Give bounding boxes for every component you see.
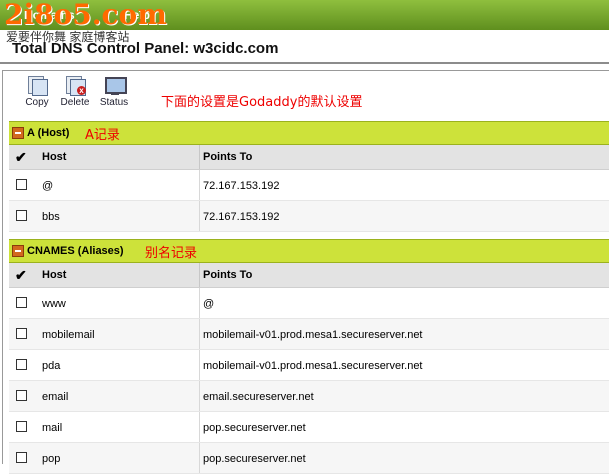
- row-host: mail: [42, 422, 63, 434]
- collapse-icon[interactable]: [12, 245, 24, 257]
- row-checkbox[interactable]: [16, 452, 27, 463]
- row-points-to: pop.secureserver.net: [203, 422, 306, 434]
- collapse-icon[interactable]: [12, 127, 24, 139]
- toolbar-annotation: 下面的设置是Godaddy的默认设置: [161, 95, 363, 110]
- status-label: Status: [99, 97, 129, 108]
- table-row: www @: [9, 288, 609, 319]
- row-points-to: 72.167.153.192: [203, 211, 280, 223]
- cname-title: CNAMES (Aliases): [27, 245, 124, 257]
- cname-column-header: ✔ Host Points To: [9, 263, 609, 288]
- row-points-to: pop.secureserver.net: [203, 453, 306, 465]
- status-icon: [103, 75, 127, 95]
- table-row: pda mobilemail-v01.prod.mesa1.secureserv…: [9, 350, 609, 381]
- row-checkbox[interactable]: [16, 390, 27, 401]
- row-host: bbs: [42, 211, 60, 223]
- column-points-to[interactable]: Points To: [203, 269, 252, 281]
- row-host: pda: [42, 360, 61, 372]
- table-row: @ 72.167.153.192: [9, 170, 609, 201]
- a-record-header: A (Host) A记录: [9, 121, 609, 145]
- checkmark-icon[interactable]: ✔: [15, 267, 27, 284]
- row-points-to: email.secureserver.net: [203, 391, 314, 403]
- page-title: Total DNS Control Panel: w3cidc.com: [12, 40, 279, 57]
- row-checkbox[interactable]: [16, 359, 27, 370]
- a-record-title: A (Host): [27, 127, 70, 139]
- copy-label: Copy: [25, 97, 49, 108]
- cname-header: CNAMES (Aliases) 别名记录: [9, 239, 609, 263]
- row-checkbox[interactable]: [16, 297, 27, 308]
- cname-section: CNAMES (Aliases) 别名记录 ✔ Host Points To w…: [9, 239, 609, 474]
- row-checkbox[interactable]: [16, 328, 27, 339]
- table-row: mobilemail mobilemail-v01.prod.mesa1.sec…: [9, 319, 609, 350]
- checkmark-icon[interactable]: ✔: [15, 149, 27, 166]
- row-points-to: @: [203, 298, 215, 310]
- delete-label: Delete: [60, 97, 90, 108]
- row-points-to: mobilemail-v01.prod.mesa1.secureserver.n…: [203, 329, 423, 341]
- column-host[interactable]: Host: [42, 151, 66, 163]
- watermark-logo: 2i8o5.com: [4, 0, 167, 31]
- row-host: mobilemail: [42, 329, 95, 341]
- row-host: pop: [42, 453, 61, 465]
- row-checkbox[interactable]: [16, 210, 27, 221]
- column-host[interactable]: Host: [42, 269, 66, 281]
- status-button[interactable]: Status: [96, 75, 132, 115]
- copy-button[interactable]: Copy: [19, 75, 55, 115]
- row-points-to: mobilemail-v01.prod.mesa1.secureserver.n…: [203, 360, 423, 372]
- row-host: email: [42, 391, 69, 403]
- table-row: bbs 72.167.153.192: [9, 201, 609, 232]
- a-record-column-header: ✔ Host Points To: [9, 145, 609, 170]
- table-row: pop pop.secureserver.net: [9, 443, 609, 474]
- title-divider: [0, 62, 609, 64]
- cname-annotation: 别名记录: [145, 246, 198, 261]
- row-host: www: [42, 298, 66, 310]
- row-points-to: 72.167.153.192: [203, 180, 280, 192]
- copy-icon: [26, 75, 48, 96]
- table-row: mail pop.secureserver.net: [9, 412, 609, 443]
- toolbar: Copy x Delete Status 下面的设置是Godaddy的默认设置: [3, 71, 609, 115]
- row-checkbox[interactable]: [16, 179, 27, 190]
- a-record-section: A (Host) A记录 ✔ Host Points To @ 72.167.1…: [9, 121, 609, 232]
- row-host: @: [42, 180, 54, 192]
- delete-button[interactable]: x Delete: [57, 75, 93, 115]
- table-row: email email.secureserver.net: [9, 381, 609, 412]
- row-checkbox[interactable]: [16, 421, 27, 432]
- a-record-annotation: A记录: [85, 128, 120, 143]
- delete-icon: x: [64, 75, 86, 96]
- dns-panel: Copy x Delete Status 下面的设置是Godaddy的默认设置 …: [2, 70, 609, 474]
- column-points-to[interactable]: Points To: [203, 151, 252, 163]
